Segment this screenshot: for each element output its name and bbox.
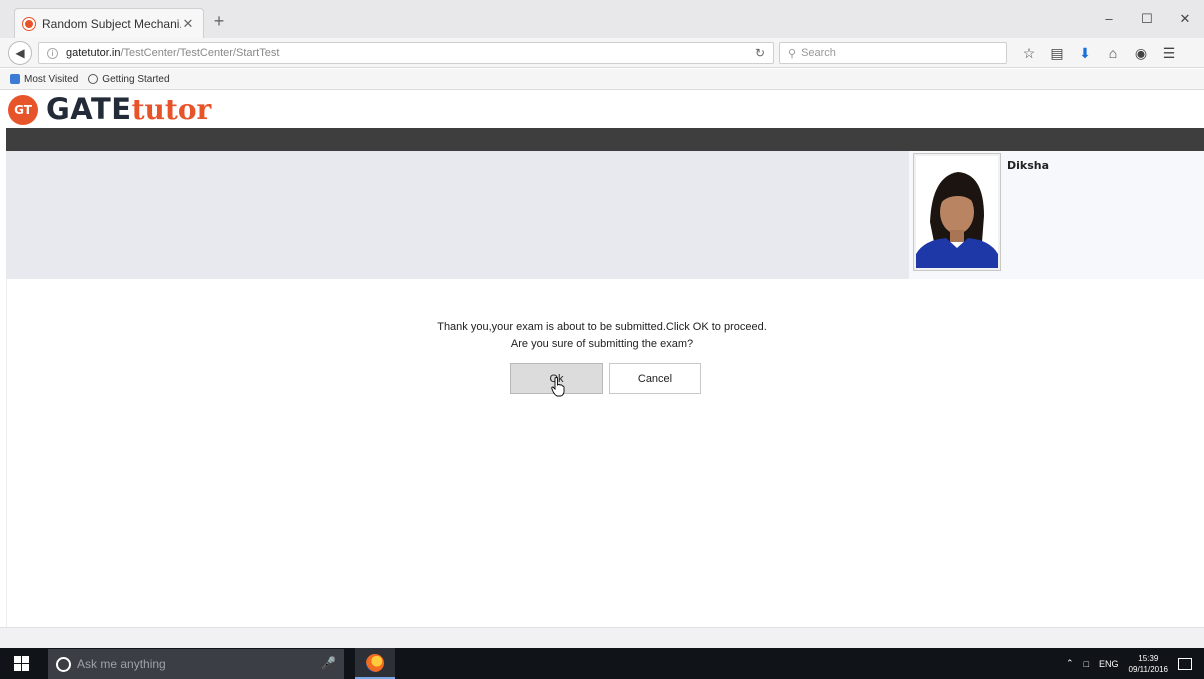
browser-tab-strip: Random Subject Mechani... ✕ + – ☐ ✕ <box>0 0 1204 38</box>
windows-start-icon[interactable] <box>14 656 29 671</box>
bookmark-getting-started[interactable]: Getting Started <box>88 73 170 85</box>
search-icon: ⚲ <box>788 47 797 60</box>
url-domain: gatetutor.in <box>66 47 121 59</box>
exam-info-panel <box>6 151 909 279</box>
bookmarks-bar: Most Visited Getting Started <box>0 69 1204 90</box>
browser-nav-bar: ◀ i gatetutor.in /TestCenter/TestCenter/… <box>0 38 1204 68</box>
network-icon[interactable]: □ <box>1084 659 1089 669</box>
cortana-search-input[interactable]: Ask me anything 🎤 <box>48 649 344 679</box>
clock-date: 09/11/2016 <box>1128 664 1168 674</box>
avatar <box>916 156 998 268</box>
bookmark-most-visited[interactable]: Most Visited <box>10 74 78 85</box>
globe-icon <box>88 74 99 84</box>
window-controls: – ☐ ✕ <box>1090 0 1204 38</box>
browser-search-input[interactable]: ⚲ Search <box>779 42 1007 64</box>
site-info-icon[interactable]: i <box>47 47 58 59</box>
web-page: GT GATE tutor Diksha Thank you,your exam… <box>0 90 1204 648</box>
confirmation-line-1: Thank you,your exam is about to be submi… <box>437 321 767 333</box>
toolbar-icons: ☆ ▤ ⬇ ⌂ ◉ ☰ <box>1015 42 1183 64</box>
ok-button[interactable]: Ok <box>510 363 603 397</box>
firefox-taskbar-button[interactable] <box>355 648 395 679</box>
clock[interactable]: 15:39 09/11/2016 <box>1129 653 1168 675</box>
submit-confirmation-message: Thank you,your exam is about to be submi… <box>0 319 1204 353</box>
confirmation-buttons: Ok Cancel <box>510 363 701 397</box>
confirmation-line-2: Are you sure of submitting the exam? <box>510 338 694 350</box>
profile-panel: Diksha <box>909 151 1204 279</box>
tray-chevron-icon[interactable]: ⌃ <box>1066 658 1074 669</box>
logo-main-text: GATE <box>46 92 132 126</box>
action-center-icon[interactable] <box>1178 657 1192 670</box>
tab-title: Random Subject Mechani... <box>42 16 181 31</box>
cortana-icon <box>56 656 71 672</box>
tab-close-icon[interactable]: ✕ <box>181 16 195 32</box>
microphone-icon[interactable]: 🎤 <box>321 656 336 670</box>
home-icon[interactable]: ⌂ <box>1099 42 1127 64</box>
user-name: Diksha <box>1007 159 1050 172</box>
search-placeholder: Search <box>801 47 836 59</box>
screen: Random Subject Mechani... ✕ + – ☐ ✕ ◀ i … <box>0 0 1204 679</box>
language-indicator[interactable]: ENG <box>1099 659 1119 669</box>
folder-icon <box>10 74 20 84</box>
pocket-icon[interactable]: ◉ <box>1127 42 1155 64</box>
logo-badge: GT <box>8 95 38 125</box>
system-tray: ⌃ □ ENG 15:39 09/11/2016 <box>1066 648 1204 679</box>
bookmark-label: Most Visited <box>24 73 79 85</box>
cancel-button[interactable]: Cancel <box>609 363 701 394</box>
site-header: GT GATE tutor <box>0 90 1204 128</box>
site-favicon-icon <box>23 17 35 30</box>
logo-accent-text: tutor <box>131 93 212 126</box>
cortana-placeholder: Ask me anything <box>77 657 166 671</box>
browser-tab[interactable]: Random Subject Mechani... ✕ <box>14 8 204 38</box>
clock-time: 15:39 <box>1138 653 1159 663</box>
reload-icon[interactable]: ↻ <box>755 46 765 60</box>
windows-taskbar: Ask me anything 🎤 ⌃ □ ENG 15:39 09/11/20… <box>0 648 1204 679</box>
bookmark-star-icon[interactable]: ☆ <box>1015 42 1043 64</box>
url-bar[interactable]: i gatetutor.in /TestCenter/TestCenter/St… <box>38 42 774 64</box>
page-footer-strip <box>0 627 1204 648</box>
reading-list-icon[interactable]: ▤ <box>1043 42 1071 64</box>
menu-icon[interactable]: ☰ <box>1155 42 1183 64</box>
download-icon[interactable]: ⬇ <box>1071 42 1099 64</box>
cancel-button-label: Cancel <box>637 372 673 385</box>
new-tab-button[interactable]: + <box>208 10 230 32</box>
header-divider-band <box>6 128 1204 151</box>
back-arrow-icon[interactable]: ◀ <box>8 41 32 65</box>
bookmark-label: Getting Started <box>102 73 170 85</box>
firefox-icon <box>366 653 384 672</box>
avatar-image <box>916 156 998 268</box>
profile-photo-frame <box>913 153 1001 271</box>
hand-cursor-icon <box>551 377 565 397</box>
close-window-button[interactable]: ✕ <box>1166 0 1204 38</box>
url-path: /TestCenter/TestCenter/StartTest <box>120 47 280 59</box>
minimize-button[interactable]: – <box>1090 0 1128 38</box>
site-logo[interactable]: GATE tutor <box>46 92 211 126</box>
restore-button[interactable]: ☐ <box>1128 0 1166 38</box>
